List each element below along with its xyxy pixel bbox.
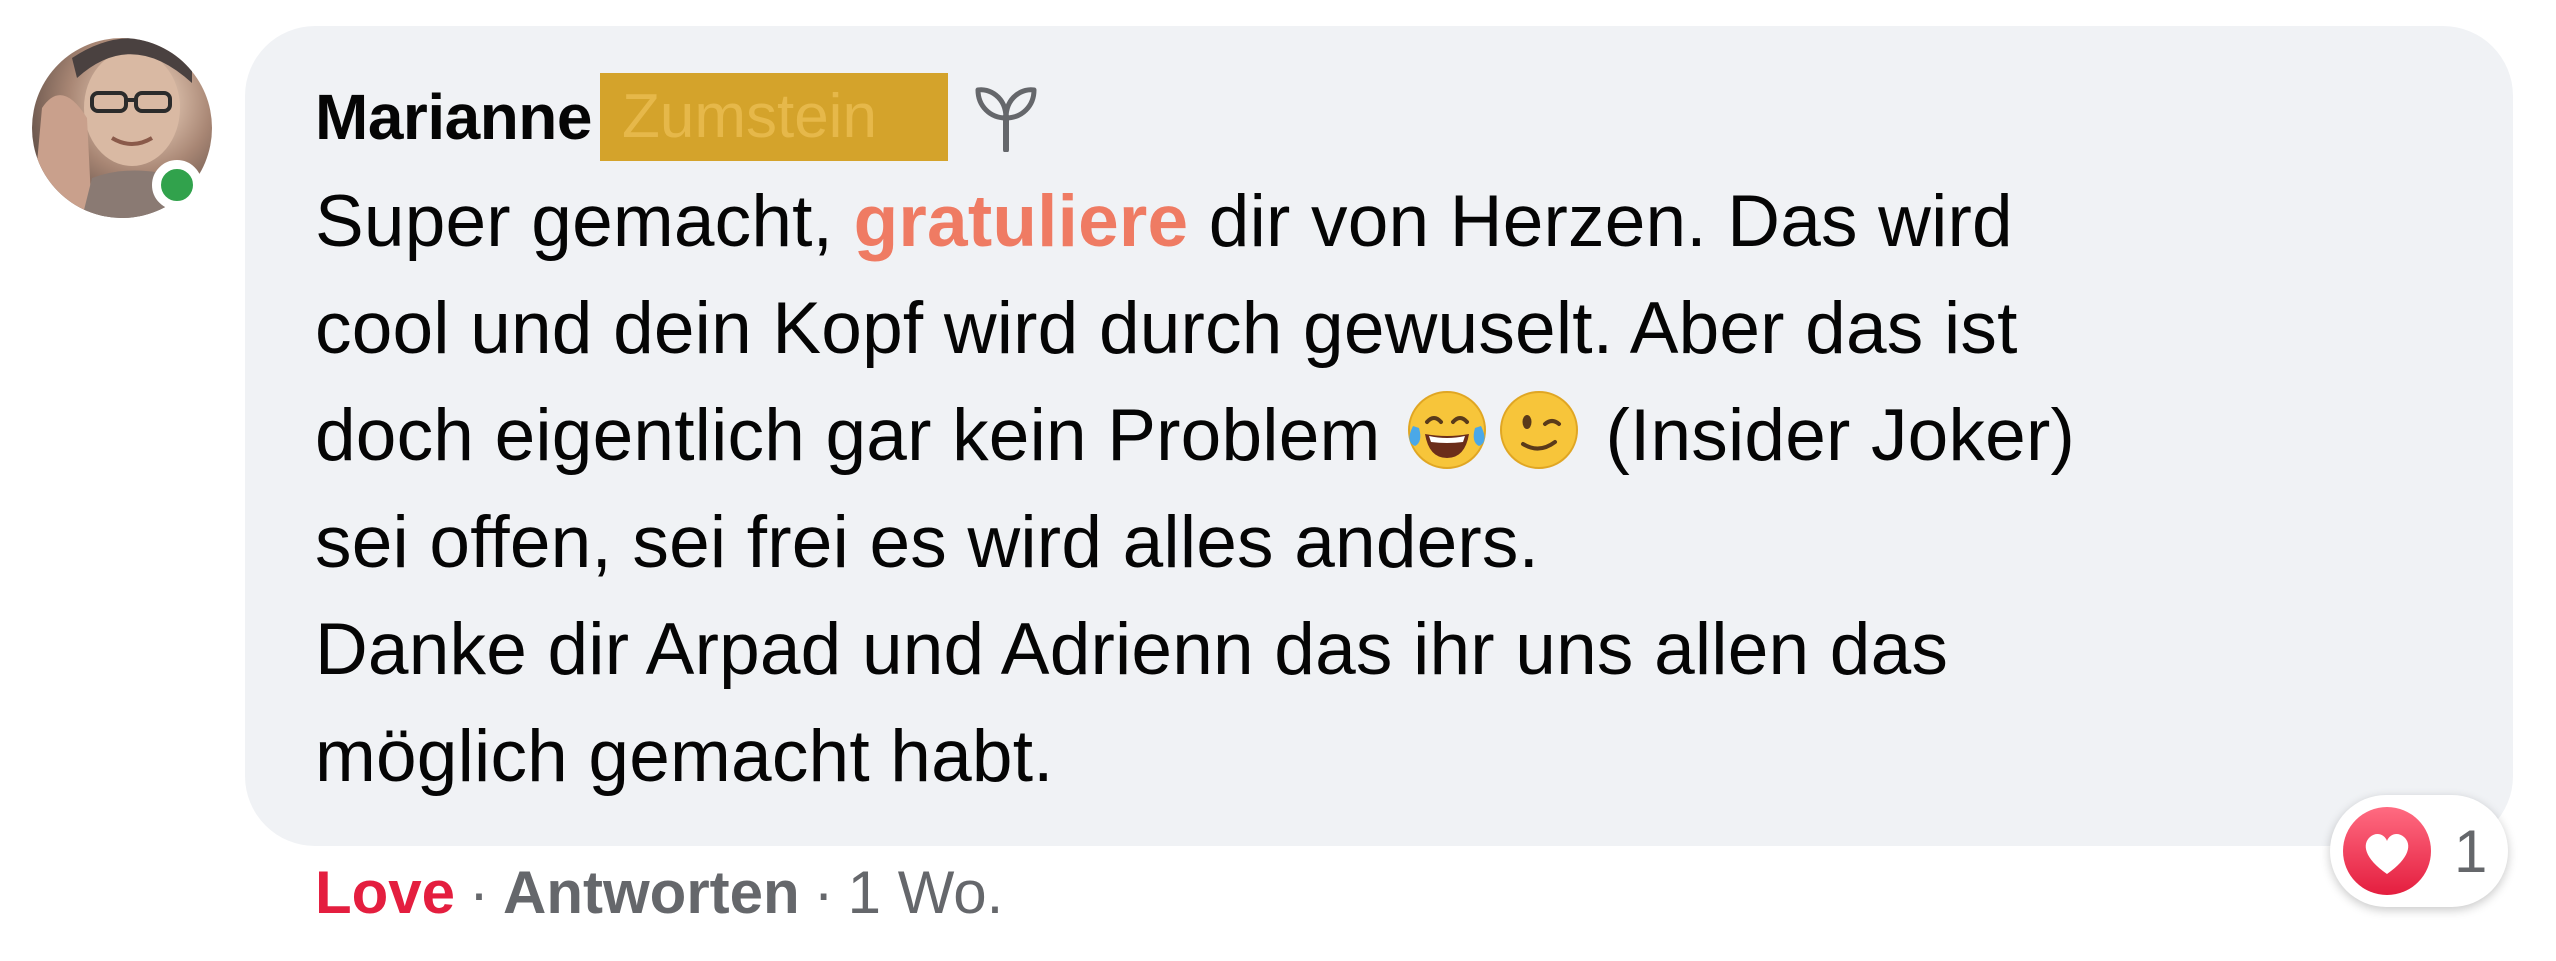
comment-text: Super gemacht, gratuliere dir von Herzen… bbox=[315, 168, 2475, 810]
winking-face-emoji bbox=[1495, 386, 1583, 474]
comment-author-row: Marianne Zumstein bbox=[315, 72, 1038, 162]
highlighted-word[interactable]: gratuliere bbox=[854, 181, 1189, 262]
reaction-summary[interactable]: 1 bbox=[2330, 795, 2508, 907]
reaction-count: 1 bbox=[2454, 817, 2488, 885]
sprout-icon bbox=[974, 82, 1038, 153]
comment-text-segment: Super gemacht, bbox=[315, 181, 854, 262]
comment-line: sei offen, sei frei es wird alles anders… bbox=[315, 502, 1540, 583]
comment-author-name[interactable]: Marianne bbox=[315, 80, 592, 154]
comment-actions: Love · Antworten · 1 Wo. bbox=[315, 858, 1003, 927]
comment-text-segment: (Insider Joker) bbox=[1585, 395, 2075, 476]
love-reaction-button[interactable]: Love bbox=[315, 858, 455, 927]
comment-line: Danke dir Arpad und Adrienn das ihr uns … bbox=[315, 609, 1949, 690]
comment-line: Super gemacht, gratuliere dir von Herzen… bbox=[315, 168, 2475, 275]
comment-line: cool und dein Kopf wird durch gewuselt. … bbox=[315, 288, 2018, 369]
tears-of-joy-emoji bbox=[1403, 386, 1491, 474]
comment-text-segment: doch eigentlich gar kein Problem bbox=[315, 395, 1401, 476]
comment-line: doch eigentlich gar kein Problem (Inside… bbox=[315, 382, 2475, 489]
separator-dot: · bbox=[469, 859, 490, 926]
redacted-last-name: Zumstein bbox=[599, 73, 948, 161]
reply-button[interactable]: Antworten bbox=[503, 858, 800, 927]
online-status-indicator bbox=[152, 160, 202, 210]
comment-text-segment: dir von Herzen. Das wird bbox=[1188, 181, 2013, 262]
comment-line: möglich gemacht habt. bbox=[315, 716, 1054, 797]
comment-timestamp[interactable]: 1 Wo. bbox=[848, 858, 1004, 927]
separator-dot: · bbox=[813, 859, 834, 926]
heart-icon bbox=[2343, 807, 2431, 895]
